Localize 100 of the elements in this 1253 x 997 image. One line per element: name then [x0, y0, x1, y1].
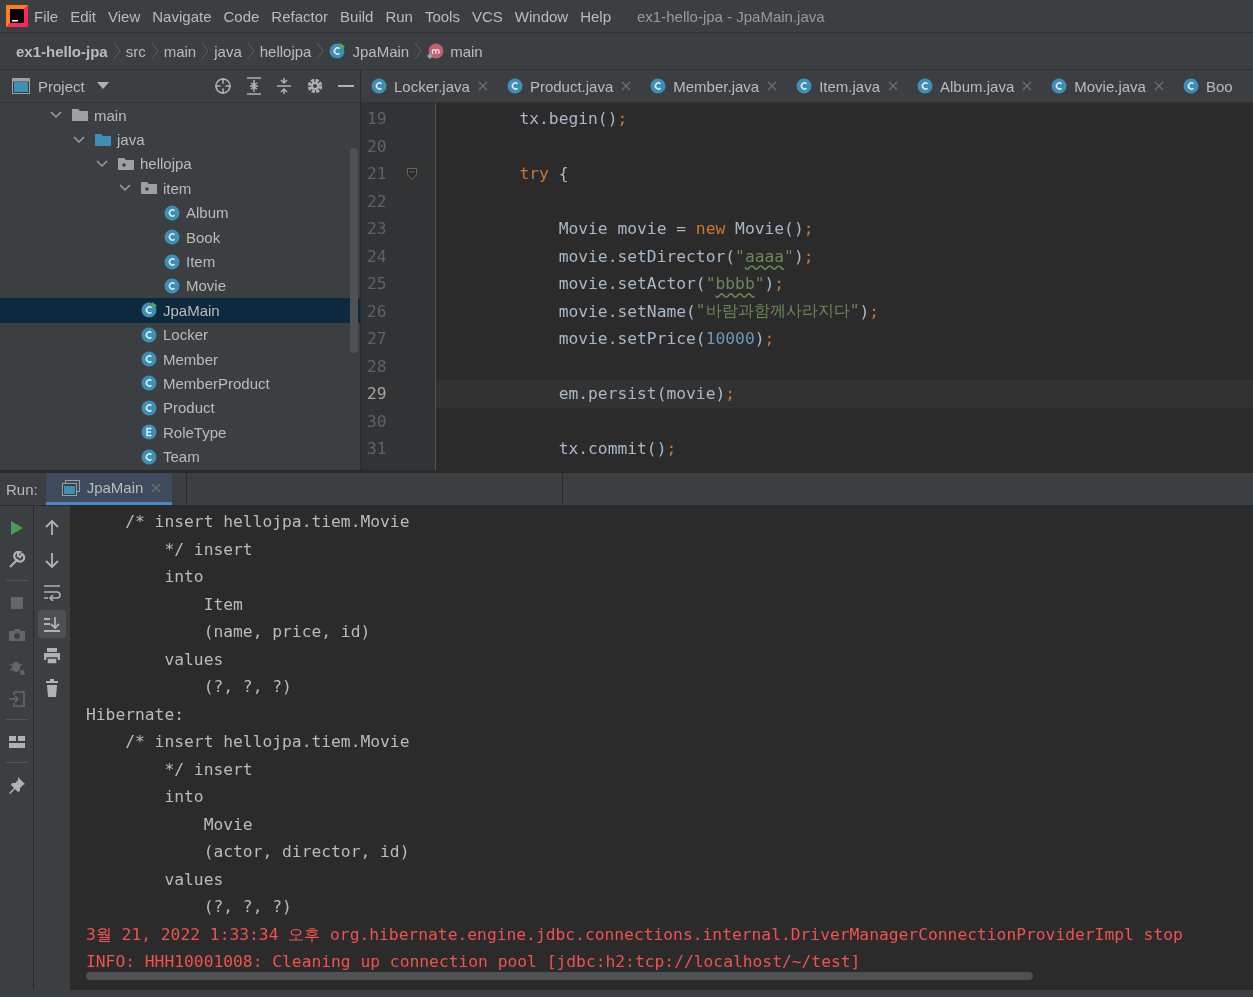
- menu-item[interactable]: File: [28, 7, 65, 25]
- close-icon[interactable]: [887, 80, 899, 92]
- wrench-icon[interactable]: [7, 551, 26, 569]
- console-line: /* insert hellojpa.tiem.Movie: [124, 511, 411, 533]
- tree-item[interactable]: Album: [0, 200, 360, 225]
- run-tab[interactable]: JpaMain: [45, 473, 173, 505]
- console-line: */ insert: [163, 758, 254, 781]
- editor-tab[interactable]: Member.java: [640, 70, 787, 102]
- tree-item[interactable]: item: [0, 176, 360, 201]
- class-icon: [141, 351, 157, 368]
- menu-item[interactable]: Tools: [418, 7, 466, 25]
- menu-item[interactable]: Navigate: [146, 7, 218, 25]
- console-window-icon: [61, 479, 80, 496]
- scrollbar[interactable]: [86, 972, 1033, 980]
- class-icon: [917, 78, 933, 94]
- chevron-icon: [149, 42, 160, 60]
- tree-item[interactable]: JpaMain: [0, 298, 360, 323]
- tree-item[interactable]: Locker: [0, 322, 360, 347]
- breadcrumb-item[interactable]: java: [214, 42, 242, 60]
- class-icon: [1182, 78, 1199, 94]
- console-line: (name, price, id): [202, 621, 372, 643]
- arrow-up-icon: [43, 519, 61, 537]
- editor-tab[interactable]: Movie.java: [1041, 70, 1173, 102]
- editor-tab[interactable]: Item.java: [786, 70, 907, 102]
- target-icon[interactable]: [214, 77, 232, 95]
- tree-item[interactable]: Member: [0, 346, 360, 372]
- folder-icon: [72, 107, 88, 124]
- collapse-all-icon[interactable]: [276, 77, 292, 95]
- scroll-to-end-button[interactable]: [38, 610, 66, 638]
- pin-icon[interactable]: [7, 776, 26, 794]
- scroll-to-end-icon: [43, 615, 61, 633]
- folder-icon: [95, 131, 111, 148]
- expand-all-icon[interactable]: [246, 77, 262, 95]
- console-line: Item: [202, 593, 244, 616]
- class-icon: [141, 399, 157, 416]
- editor-tab[interactable]: Product.java: [496, 70, 641, 102]
- breadcrumb-item[interactable]: main: [163, 42, 197, 60]
- console-line: (?, ?, ?): [202, 676, 293, 698]
- menu-item[interactable]: Refactor: [265, 7, 335, 25]
- class-icon: [650, 78, 667, 94]
- breadcrumb-item[interactable]: main: [450, 42, 483, 60]
- class-icon: [796, 78, 813, 94]
- class-icon: [371, 78, 387, 94]
- menu-item[interactable]: View: [102, 7, 147, 25]
- panel-title[interactable]: Project: [38, 77, 85, 95]
- menu-item[interactable]: Edit: [64, 7, 103, 25]
- menu-item[interactable]: VCS: [465, 7, 509, 25]
- tree-item[interactable]: main: [0, 103, 360, 128]
- breadcrumb-item[interactable]: JpaMain: [352, 42, 410, 60]
- breadcrumb-item[interactable]: hellojpa: [259, 42, 312, 60]
- chevron-icon: [200, 42, 211, 60]
- menu-item[interactable]: Build: [334, 7, 380, 25]
- class-icon: [164, 277, 180, 294]
- tree-item[interactable]: Book: [0, 224, 360, 250]
- close-icon[interactable]: [1021, 80, 1034, 92]
- close-icon[interactable]: [766, 80, 779, 92]
- arrow-down-icon: [43, 551, 61, 569]
- tree-item[interactable]: RoleType: [0, 420, 360, 445]
- close-icon[interactable]: [1152, 80, 1165, 92]
- menu-item[interactable]: Window: [508, 7, 575, 25]
- tree-item[interactable]: Product: [0, 395, 360, 421]
- code-line: try {: [518, 163, 570, 186]
- package-icon: [118, 155, 134, 172]
- editor-tab[interactable]: Album.java: [907, 70, 1042, 102]
- run-label: Run:: [5, 479, 39, 500]
- class-icon: [164, 229, 180, 246]
- menu-item[interactable]: Code: [217, 7, 266, 25]
- close-icon[interactable]: [476, 80, 489, 92]
- scrollbar[interactable]: [350, 148, 358, 353]
- tree-item[interactable]: java: [0, 127, 360, 152]
- editor-tab[interactable]: Locker.java: [361, 70, 497, 102]
- layout-icon[interactable]: [7, 733, 26, 751]
- class-icon: [329, 43, 348, 59]
- code-line: movie.setDirector("aaaa");: [557, 245, 815, 268]
- minimize-icon[interactable]: [338, 84, 354, 88]
- dropdown-caret-icon[interactable]: [96, 82, 109, 90]
- breadcrumb-item[interactable]: src: [125, 42, 146, 60]
- breadcrumb-item[interactable]: ex1-hello-jpa: [16, 42, 108, 60]
- menu-item[interactable]: Help: [574, 7, 618, 25]
- settings-icon[interactable]: [306, 77, 324, 95]
- tree-item[interactable]: MemberProduct: [0, 371, 360, 396]
- editor-tab[interactable]: Boo: [1172, 70, 1241, 102]
- class-icon: [164, 253, 180, 270]
- console-line: 3월 21, 2022 1:33:34 오후 org.hibernate.engine.jdbc.connections.internal.DriverManagerConnectionProviderImpl stop: [86, 923, 1184, 946]
- fold-marker-icon[interactable]: [407, 167, 417, 180]
- class-icon: [141, 326, 157, 343]
- printer-icon: [43, 647, 61, 665]
- window-title: ex1-hello-jpa - JpaMain.java: [637, 7, 825, 25]
- tree-item[interactable]: Movie: [0, 273, 360, 299]
- tree-item[interactable]: Item: [0, 249, 360, 274]
- class-icon: [141, 302, 157, 319]
- window-icon: [12, 78, 30, 94]
- trash-icon: [43, 679, 61, 697]
- menu-item[interactable]: Run: [379, 7, 419, 25]
- line-number: 29: [366, 384, 388, 404]
- close-icon[interactable]: [620, 80, 633, 92]
- tree-item[interactable]: hellojpa: [0, 151, 360, 177]
- tree-item[interactable]: Team: [0, 444, 360, 469]
- code-line: movie.setName("바람과함께사라지다");: [557, 300, 881, 323]
- console-line: into: [163, 786, 205, 808]
